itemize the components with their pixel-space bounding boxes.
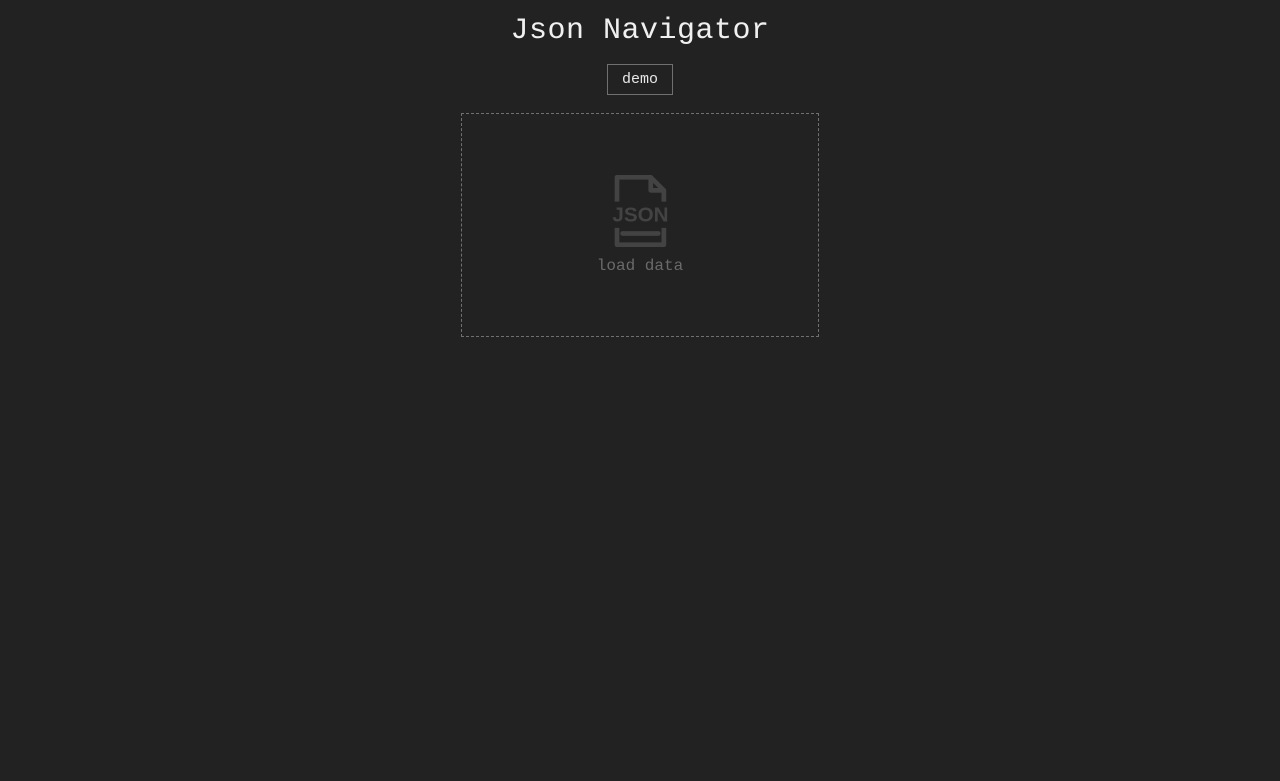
page-title: Json Navigator xyxy=(510,14,769,48)
file-dropzone[interactable]: JSON load data xyxy=(461,113,819,337)
app-container: Json Navigator demo JSON load data xyxy=(0,0,1280,337)
json-file-icon: JSON xyxy=(602,175,677,247)
demo-button[interactable]: demo xyxy=(607,64,673,95)
load-data-label: load data xyxy=(597,257,683,275)
svg-text:JSON: JSON xyxy=(613,203,669,226)
dropzone-content: JSON load data xyxy=(597,175,683,275)
